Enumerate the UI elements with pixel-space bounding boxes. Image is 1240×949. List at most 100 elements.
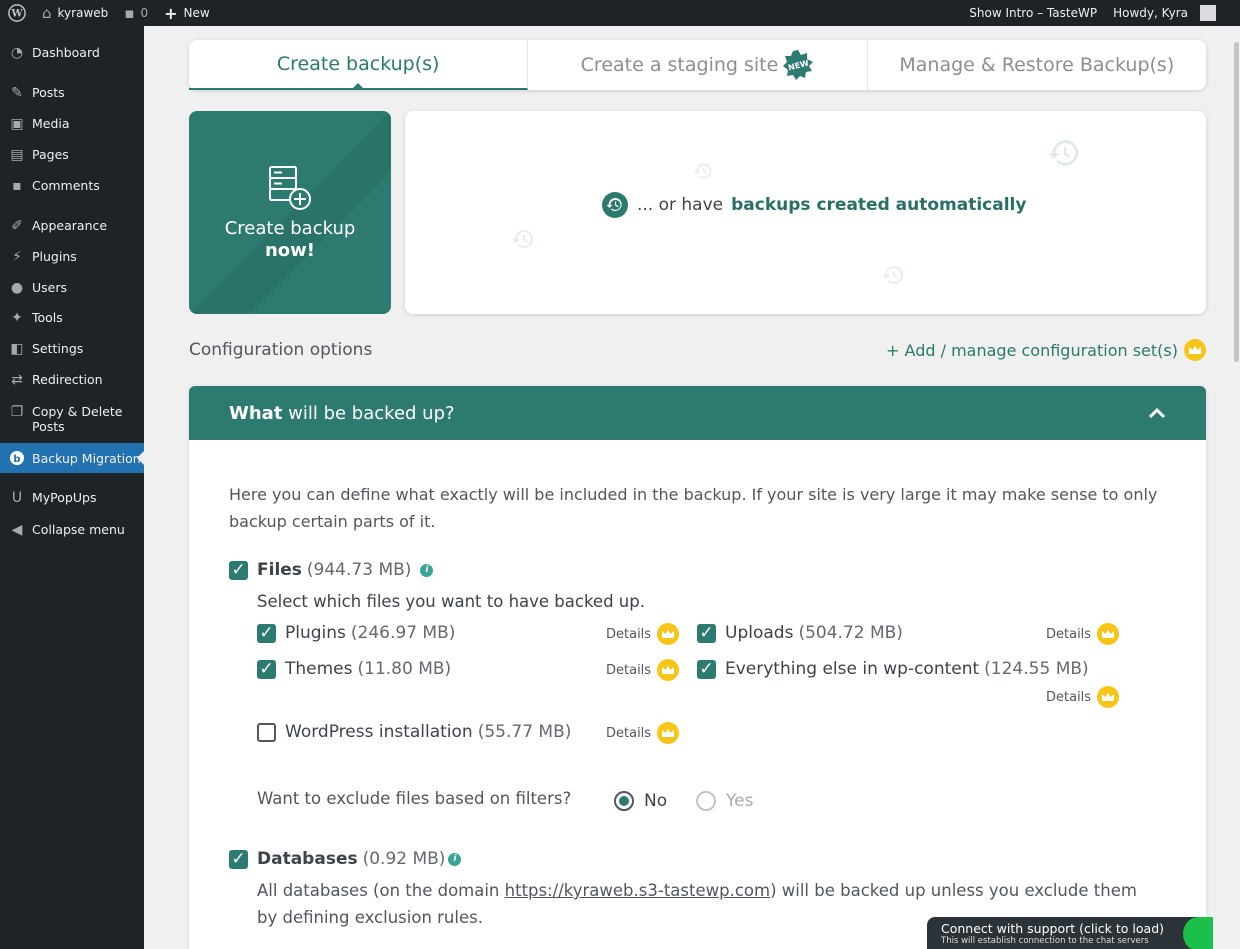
plugins-label: Plugins [285, 623, 346, 643]
create-backup-now-button[interactable]: Create backup now! [189, 111, 391, 314]
plugins-size: (246.97 MB) [350, 623, 456, 643]
plugins-option[interactable]: ✓ Plugins (246.97 MB) [257, 623, 455, 643]
sidebar-item-media[interactable]: ▣ Media [0, 116, 144, 132]
comments-link[interactable]: ▪ 0 [116, 0, 156, 26]
site-name-link[interactable]: ⌂ kyraweb [34, 0, 116, 26]
files-option[interactable]: ✓ Files (944.73 MB) i [229, 560, 434, 580]
sidebar-item-label: Copy & Delete Posts [32, 404, 123, 434]
redirect-icon: ⇄ [11, 371, 23, 388]
crown-icon [657, 659, 680, 681]
collapse-icon: ◀ [11, 521, 23, 538]
plugins-checkbox[interactable]: ✓ [257, 623, 276, 643]
uploads-label: Uploads [725, 623, 794, 643]
sidebar-item-posts[interactable]: ✎ Posts [0, 85, 144, 101]
exclude-yes-radio[interactable] [696, 791, 716, 811]
admin-bar: W ⌂ kyraweb ▪ 0 + New Show Intro – Taste… [0, 0, 1240, 26]
wrench-icon: ✦ [11, 309, 23, 326]
home-icon: ⌂ [42, 3, 52, 22]
chevron-up-icon[interactable] [1148, 403, 1166, 424]
svg-text:W: W [10, 9, 23, 20]
tab-manage-restore[interactable]: Manage & Restore Backup(s) [868, 40, 1206, 90]
history-icon [1048, 140, 1079, 166]
sidebar-item-appearance[interactable]: ✐ Appearance [0, 218, 144, 234]
info-icon[interactable]: i [420, 563, 434, 577]
automatic-backups-card[interactable]: ... or have backups created automaticall… [405, 111, 1206, 314]
sidebar-item-plugins[interactable]: ⚡ Plugins [0, 249, 144, 265]
create-backup-line2: now! [264, 239, 316, 261]
sidebar-item-settings[interactable]: ◧ Settings [0, 341, 144, 357]
brush-icon: ✐ [11, 217, 23, 234]
scrollbar-thumb[interactable] [1234, 42, 1239, 362]
tab-staging-site[interactable]: Create a staging site NEW [528, 40, 868, 90]
info-icon[interactable]: i [448, 852, 462, 866]
sidebar-item-dashboard[interactable]: ◔ Dashboard [0, 45, 144, 61]
automatic-highlight: backups created automatically [731, 195, 1027, 215]
everything-else-checkbox[interactable]: ✓ [697, 659, 716, 679]
exclude-yes-label: Yes [726, 791, 754, 811]
exclude-no-option[interactable]: No [614, 791, 667, 811]
svg-text:b: b [13, 454, 20, 465]
uploads-checkbox[interactable]: ✓ [697, 623, 716, 643]
exclude-no-radio[interactable] [614, 791, 634, 811]
exclude-yes-option[interactable]: Yes [696, 791, 753, 811]
crown-icon [1097, 623, 1120, 645]
details-label: Details [1046, 689, 1092, 705]
crown-icon [1184, 339, 1206, 361]
sidebar-item-label: Dashboard [32, 45, 100, 60]
sidebar-item-copy-delete-posts[interactable]: ❐ Copy & Delete Posts [0, 404, 144, 434]
wordpress-logo[interactable]: W [0, 0, 34, 26]
sidebar-item-collapse[interactable]: ◀ Collapse menu [0, 522, 144, 538]
configuration-title: Configuration options [189, 340, 373, 360]
themes-size: (11.80 MB) [357, 659, 452, 679]
tab-create-backups[interactable]: Create backup(s) [189, 40, 529, 90]
sidebar-item-comments[interactable]: ▪ Comments [0, 178, 144, 194]
wordpress-installation-details-link[interactable]: Details [606, 722, 680, 744]
sidebar-item-label: Settings [32, 341, 84, 356]
clock-history-icon [602, 192, 628, 218]
sidebar-item-mypopups[interactable]: U MyPopUps [0, 490, 144, 506]
exclude-filters-question: Want to exclude files based on filters? [257, 789, 572, 808]
uploads-size: (504.72 MB) [798, 623, 903, 643]
everything-else-size: (124.55 MB) [984, 659, 1089, 679]
comment-icon: ▪ [12, 177, 22, 194]
manage-configuration-link[interactable]: + Add / manage configuration set(s) [886, 339, 1206, 361]
everything-else-label: Everything else in wp-content [725, 659, 980, 679]
uploads-details-link[interactable]: Details [1046, 623, 1120, 645]
sidebar-item-users[interactable]: ● Users [0, 280, 144, 296]
avatar [1200, 5, 1216, 21]
site-name: kyraweb [57, 6, 109, 20]
themes-details-link[interactable]: Details [606, 659, 680, 681]
support-subtitle: This will establish connection to the ch… [941, 936, 1149, 946]
page-scrollbar[interactable] [1233, 26, 1240, 949]
show-intro-link[interactable]: Show Intro – TasteWP [961, 0, 1105, 26]
everything-else-details-link[interactable]: Details [1046, 686, 1120, 708]
wordpress-installation-checkbox[interactable] [257, 722, 276, 742]
databases-checkbox[interactable]: ✓ [229, 849, 248, 869]
support-chat-button[interactable]: Connect with support (click to load) Thi… [927, 917, 1213, 949]
plugins-details-link[interactable]: Details [606, 623, 680, 645]
user-icon: ● [10, 279, 24, 296]
everything-else-option[interactable]: ✓ Everything else in wp-content (124.55 … [697, 659, 1089, 679]
files-checkbox[interactable]: ✓ [229, 560, 248, 580]
backup-tabs: Create backup(s) Create a staging site N… [189, 40, 1206, 90]
sidebar-item-pages[interactable]: ▤ Pages [0, 147, 144, 163]
account-menu[interactable]: Howdy, Kyra [1105, 0, 1240, 26]
backup-icon: b [8, 450, 26, 466]
uploads-option[interactable]: ✓ Uploads (504.72 MB) [697, 623, 903, 643]
themes-checkbox[interactable]: ✓ [257, 659, 276, 679]
backup-contents-panel: What will be backed up? Here you can def… [189, 386, 1206, 949]
themes-option[interactable]: ✓ Themes (11.80 MB) [257, 659, 451, 679]
wordpress-installation-option[interactable]: WordPress installation (55.77 MB) [257, 722, 571, 742]
sidebar-item-redirection[interactable]: ⇄ Redirection [0, 372, 144, 388]
comment-icon: ▪ [124, 3, 135, 22]
databases-option[interactable]: ✓ Databases (0.92 MB) i [229, 849, 462, 869]
create-backup-line1: Create backup [224, 217, 356, 239]
panel-header[interactable]: What will be backed up? [189, 386, 1206, 440]
sidebar-item-tools[interactable]: ✦ Tools [0, 310, 144, 326]
admin-sidebar: ◔ Dashboard ✎ Posts ▣ Media ▤ Pages ▪ Comment… [0, 26, 144, 949]
domain-link[interactable]: https://kyraweb.s3-tastewp.com [505, 881, 770, 900]
new-content-link[interactable]: + New [156, 0, 218, 26]
sidebar-item-backup-migration[interactable]: b Backup Migration [0, 443, 144, 473]
databases-label: Databases [257, 849, 358, 869]
comments-count: 0 [140, 6, 149, 20]
